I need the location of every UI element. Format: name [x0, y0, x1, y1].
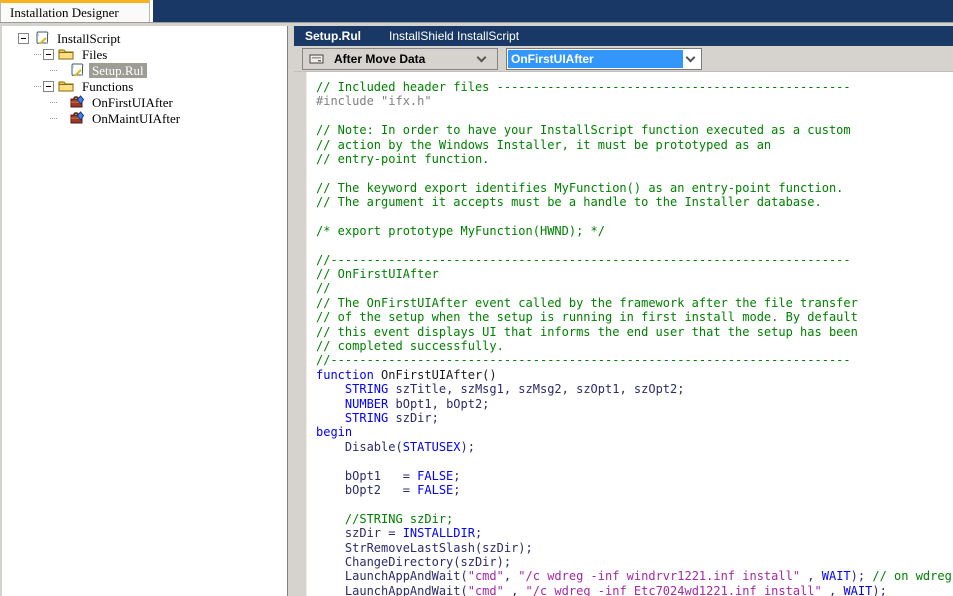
- code-line: bOpt2 = FALSE;: [316, 482, 461, 497]
- code-line: StrRemoveLastSlash(szDir);: [316, 540, 533, 555]
- tree-item-label: InstallScript: [57, 30, 121, 46]
- top-tab-bar: Installation Designer: [0, 0, 953, 22]
- code-line: // this event displays UI that informs t…: [316, 324, 858, 339]
- document-subtitle: InstallShield InstallScript: [389, 29, 520, 43]
- tree-item-onmaintuiafter[interactable]: OnMaintUIAfter: [2, 110, 287, 126]
- script-icon: [33, 31, 50, 46]
- code-line: STRING szDir;: [344, 410, 439, 425]
- code-line: // The argument it accepts must be a han…: [316, 195, 822, 210]
- code-line: // completed successfully.: [316, 339, 504, 354]
- code-line: Disable(STATUSEX);: [316, 439, 475, 454]
- editor-toolbar: After Move Data OnFirstUIAfter: [294, 46, 953, 72]
- code-area: // Included header files ---------------…: [294, 72, 953, 596]
- tab-installation-designer[interactable]: Installation Designer: [0, 0, 150, 22]
- code-line: /* export prototype MyFunction(HWND); */: [316, 223, 605, 238]
- code-line: NUMBER bOpt1, bOpt2;: [344, 396, 490, 411]
- tree-item-installscript[interactable]: InstallScript: [2, 30, 287, 46]
- tree-item-label: OnMaintUIAfter: [92, 110, 181, 126]
- expand-toggle[interactable]: [18, 32, 29, 44]
- event-dropdown-value: After Move Data: [334, 51, 426, 66]
- folder-icon: [58, 79, 75, 94]
- script-explorer-tree: InstallScript Files Setup.Rul Functions OnFi…: [0, 26, 287, 596]
- code-line: //STRING szDir;: [316, 511, 454, 526]
- code-line: // The OnFirstUIAfter event called by th…: [316, 295, 858, 310]
- code-line: ChangeDirectory(szDir);: [316, 554, 512, 569]
- function-dropdown[interactable]: OnFirstUIAfter: [506, 47, 702, 70]
- code-line: //: [316, 281, 331, 296]
- tree-connector: [50, 101, 57, 103]
- tree-connector: [50, 69, 57, 71]
- code-line: // action by the Windows Installer, it m…: [316, 137, 772, 152]
- tree-item-label: Functions: [82, 78, 134, 94]
- tree-item-label: Files: [82, 46, 108, 62]
- tree-connector: [34, 53, 41, 55]
- code-line: // of the setup when the setup is runnin…: [316, 310, 858, 325]
- event-icon: [308, 51, 325, 66]
- code-line: //--------------------------------------…: [316, 252, 851, 267]
- tree-item-setup-rul[interactable]: Setup.Rul: [2, 62, 287, 78]
- code-line: // Included header files ---------------…: [316, 80, 851, 94]
- tree-connector: [34, 85, 41, 87]
- script-editor-panel: Setup.Rul InstallShield InstallScript Af…: [294, 26, 953, 596]
- function-icon: [68, 94, 85, 110]
- event-dropdown[interactable]: After Move Data: [302, 47, 498, 70]
- code-line: // Note: In order to have your InstallSc…: [316, 123, 851, 138]
- chevron-down-icon[interactable]: [685, 52, 696, 62]
- title-bar-fill: [153, 0, 953, 22]
- code-line: LaunchAppAndWait("cmd", "/c wdreg -inf w…: [316, 569, 953, 584]
- code-line: #include "ifx.h": [316, 94, 432, 109]
- chevron-down-icon[interactable]: [476, 52, 487, 62]
- code-gutter: [294, 72, 307, 596]
- function-dropdown-value: OnFirstUIAfter: [508, 49, 683, 68]
- tree-item-functions[interactable]: Functions: [2, 78, 287, 94]
- expand-toggle[interactable]: [43, 80, 54, 92]
- code-line: begin: [316, 425, 353, 440]
- code-line: bOpt1 = FALSE;: [316, 468, 461, 483]
- expand-toggle[interactable]: [43, 48, 54, 60]
- function-icon: [68, 110, 85, 126]
- code-editor[interactable]: // Included header files ---------------…: [307, 72, 953, 596]
- document-header: Setup.Rul InstallShield InstallScript: [294, 26, 953, 46]
- code-line: LaunchAppAndWait("cmd" , "/c wdreg -inf …: [316, 583, 887, 596]
- tab-label: Installation Designer: [10, 4, 119, 20]
- code-line: // The keyword export identifies MyFunct…: [316, 180, 844, 195]
- tree-item-files[interactable]: Files: [2, 46, 287, 62]
- tree-item-label: OnFirstUIAfter: [92, 94, 173, 110]
- panel-splitter[interactable]: [287, 26, 294, 596]
- tree-item-onfirstuiafter[interactable]: OnFirstUIAfter: [2, 94, 287, 110]
- document-title: Setup.Rul: [305, 29, 361, 43]
- tree-connector: [50, 117, 57, 119]
- script-icon: [68, 63, 85, 78]
- tree-item-label: Setup.Rul: [89, 62, 147, 78]
- code-line: // OnFirstUIAfter: [316, 267, 439, 282]
- code-line: szDir = INSTALLDIR;: [316, 526, 483, 541]
- code-line: function OnFirstUIAfter(): [316, 367, 497, 382]
- code-line: //--------------------------------------…: [316, 353, 851, 368]
- code-line: STRING szTitle, szMsg1, szMsg2, szOpt1, …: [344, 382, 685, 397]
- folder-icon: [58, 47, 75, 62]
- code-line: // entry-point function.: [316, 151, 490, 166]
- main-split: InstallScript Files Setup.Rul Functions OnFi…: [0, 26, 953, 596]
